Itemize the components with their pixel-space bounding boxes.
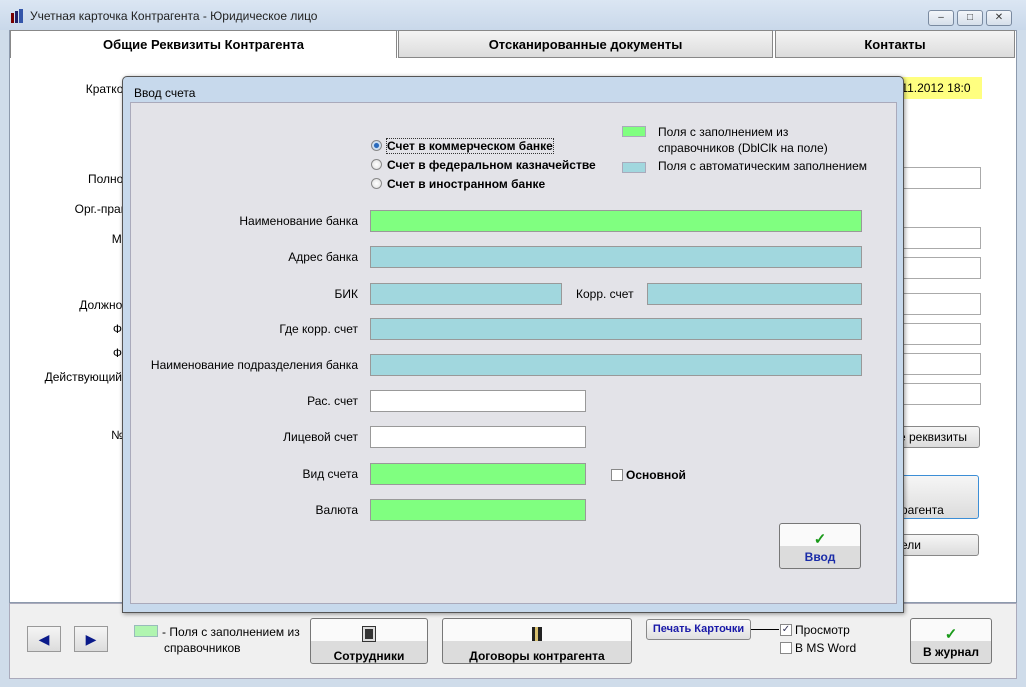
- app-books-icon: [11, 9, 23, 23]
- legend-green-swatch: [622, 126, 646, 137]
- main-account-label: Основной: [626, 468, 686, 482]
- radio-commercial-bank-label[interactable]: Счет в коммерческом банке: [386, 138, 554, 154]
- bik-label: БИК: [334, 287, 359, 301]
- branch-name-field[interactable]: [370, 354, 862, 376]
- radio-federal-treasury-label[interactable]: Счет в федеральном казначействе: [387, 158, 596, 172]
- close-button[interactable]: ✕: [986, 10, 1012, 26]
- msword-label: В MS Word: [795, 641, 857, 655]
- bg-input[interactable]: [898, 353, 981, 375]
- legend-blue-swatch: [622, 162, 646, 173]
- journal-button[interactable]: ✓ В журнал: [910, 618, 992, 664]
- window-title: Учетная карточка Контрагента - Юридическ…: [30, 9, 318, 23]
- bg-label-acting: Действующий: [44, 370, 122, 384]
- enter-label: Ввод: [804, 550, 836, 564]
- personal-account-field[interactable]: [370, 426, 586, 448]
- dialog-title: Ввод счета: [134, 86, 196, 100]
- employees-icon: [362, 626, 376, 642]
- currency-label: Валюта: [315, 503, 358, 517]
- enter-button[interactable]: ✓ Ввод: [779, 523, 861, 569]
- account-type-label: Вид счета: [302, 467, 358, 481]
- print-card-button[interactable]: Печать Карточки: [646, 619, 751, 640]
- tab-general[interactable]: Общие Реквизиты Контрагента: [10, 30, 397, 58]
- radio-federal-treasury[interactable]: [371, 159, 382, 170]
- employees-label: Сотрудники: [333, 649, 405, 663]
- maximize-button[interactable]: □: [957, 10, 983, 26]
- bik-field[interactable]: [370, 283, 562, 305]
- bg-input[interactable]: [898, 167, 981, 189]
- tab-contacts[interactable]: Контакты: [775, 30, 1015, 58]
- date-field[interactable]: .11.2012 18:0: [898, 77, 982, 99]
- corr-where-field[interactable]: [370, 318, 862, 340]
- currency-field[interactable]: [370, 499, 586, 521]
- settlement-account-field[interactable]: [370, 390, 586, 412]
- contracts-label: Договоры контрагента: [469, 649, 605, 663]
- bg-label-number: №: [111, 428, 124, 442]
- radio-foreign-bank[interactable]: [371, 178, 382, 189]
- checkmark-icon: ✓: [944, 626, 958, 643]
- bg-input[interactable]: [898, 257, 981, 279]
- journal-label: В журнал: [923, 645, 979, 659]
- bank-address-label: Адрес банка: [288, 250, 358, 264]
- radio-commercial-bank[interactable]: [371, 140, 382, 151]
- next-record-button[interactable]: ▶: [74, 626, 108, 652]
- legend-text: - Поля с заполнением из справочников: [162, 625, 300, 655]
- contracts-button[interactable]: Договоры контрагента: [442, 618, 632, 664]
- bank-name-field[interactable]: [370, 210, 862, 232]
- bank-name-label: Наименование банка: [239, 214, 358, 228]
- legend-blue-text: Поля с автоматическим заполнением: [658, 159, 867, 173]
- connector-line: [751, 629, 779, 630]
- corr-account-field[interactable]: [647, 283, 862, 305]
- bg-input[interactable]: [898, 383, 981, 405]
- preview-checkbox[interactable]: ✓: [780, 624, 792, 636]
- tab-scanned-docs[interactable]: Отсканированные документы: [398, 30, 773, 58]
- radio-foreign-bank-label[interactable]: Счет в иностранном банке: [387, 177, 545, 191]
- employees-button[interactable]: Сотрудники: [310, 618, 428, 664]
- bg-input[interactable]: [898, 227, 981, 249]
- personal-account-label: Лицевой счет: [283, 430, 358, 444]
- bg-input[interactable]: [898, 323, 981, 345]
- prev-record-button[interactable]: ◀: [27, 626, 61, 652]
- settlement-account-label: Рас. счет: [307, 394, 358, 408]
- legend-green-swatch: [134, 625, 158, 637]
- msword-checkbox[interactable]: [780, 642, 792, 654]
- corr-account-label: Корр. счет: [576, 287, 634, 301]
- contracts-book-icon: [532, 627, 542, 641]
- minimize-button[interactable]: –: [928, 10, 954, 26]
- corr-where-label: Где корр. счет: [279, 322, 358, 336]
- account-type-field[interactable]: [370, 463, 586, 485]
- checkmark-icon: ✓: [813, 531, 827, 548]
- legend-green-text: Поля с заполнением из справочников (DblC…: [658, 125, 828, 155]
- bank-address-field[interactable]: [370, 246, 862, 268]
- branch-name-label: Наименование подразделения банка: [150, 358, 358, 372]
- main-account-checkbox[interactable]: [611, 469, 623, 481]
- bg-input[interactable]: [898, 293, 981, 315]
- preview-label: Просмотр: [795, 623, 850, 637]
